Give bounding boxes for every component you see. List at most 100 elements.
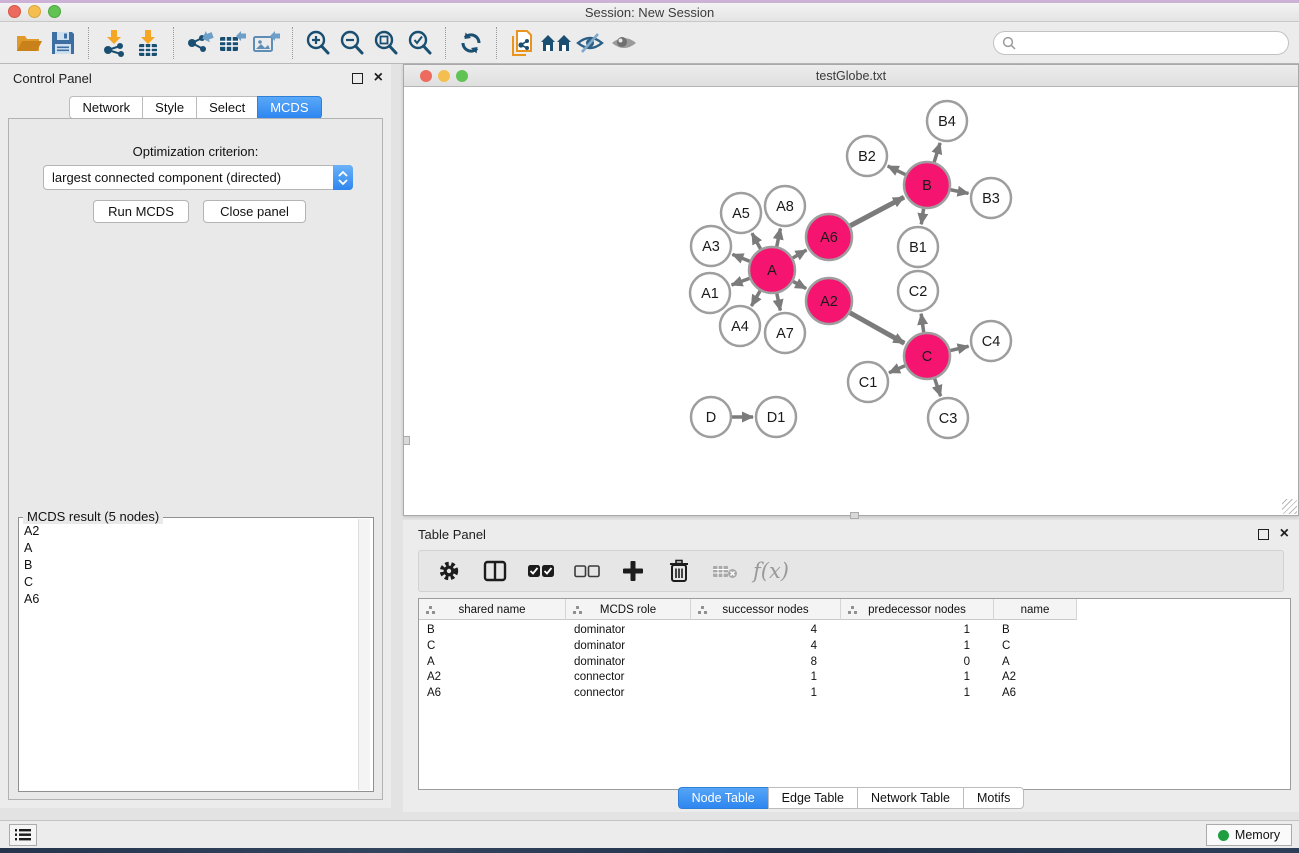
edge-A-A5[interactable] bbox=[752, 233, 761, 249]
table-row[interactable]: Cdominator41C bbox=[419, 639, 1077, 655]
run-mcds-button[interactable]: Run MCDS bbox=[93, 200, 189, 223]
export-table-button[interactable] bbox=[216, 26, 250, 60]
node-A[interactable]: A bbox=[749, 247, 795, 293]
float-panel-icon[interactable] bbox=[352, 73, 363, 84]
edge-A2-C[interactable] bbox=[850, 313, 904, 344]
node-A2[interactable]: A2 bbox=[806, 278, 852, 324]
task-history-button[interactable] bbox=[9, 824, 37, 846]
cell-shared-name[interactable]: B bbox=[419, 623, 566, 639]
cell-predecessor-nodes[interactable]: 1 bbox=[841, 639, 994, 655]
cell-predecessor-nodes[interactable]: 1 bbox=[841, 686, 994, 702]
search-field[interactable] bbox=[993, 31, 1289, 55]
mcds-result-item[interactable]: A bbox=[20, 539, 358, 556]
cell-successor-nodes[interactable]: 1 bbox=[691, 670, 841, 686]
close-table-panel-icon[interactable]: × bbox=[1280, 524, 1289, 544]
tab-network[interactable]: Network bbox=[69, 96, 142, 119]
edge-A-A8[interactable] bbox=[777, 229, 781, 247]
cell-shared-name[interactable]: A bbox=[419, 655, 566, 671]
cell-MCDS-role[interactable]: dominator bbox=[566, 639, 691, 655]
node-A5[interactable]: A5 bbox=[721, 193, 761, 233]
cell-name[interactable]: A bbox=[994, 655, 1077, 671]
tab-network-table[interactable]: Network Table bbox=[857, 787, 963, 809]
import-table-button[interactable] bbox=[131, 26, 165, 60]
close-panel-icon[interactable]: × bbox=[374, 68, 383, 88]
node-A6[interactable]: A6 bbox=[806, 214, 852, 260]
zoom-in-button[interactable] bbox=[301, 26, 335, 60]
save-session-button[interactable] bbox=[46, 26, 80, 60]
create-column-button[interactable] bbox=[619, 557, 647, 585]
edge-B-B1[interactable] bbox=[921, 209, 923, 224]
float-table-panel-icon[interactable] bbox=[1258, 529, 1269, 540]
home-button[interactable] bbox=[539, 26, 573, 60]
edge-A-A2[interactable] bbox=[793, 281, 806, 288]
column-header-successor-nodes[interactable]: successor nodes bbox=[691, 599, 841, 620]
cell-predecessor-nodes[interactable]: 1 bbox=[841, 623, 994, 639]
edge-A-A3[interactable] bbox=[732, 254, 749, 261]
cell-successor-nodes[interactable]: 1 bbox=[691, 686, 841, 702]
cell-MCDS-role[interactable]: connector bbox=[566, 686, 691, 702]
export-network-button[interactable] bbox=[182, 26, 216, 60]
node-A1[interactable]: A1 bbox=[690, 273, 730, 313]
edge-A-A6[interactable] bbox=[793, 250, 807, 258]
close-panel-button[interactable]: Close panel bbox=[203, 200, 306, 223]
node-D1[interactable]: D1 bbox=[756, 397, 796, 437]
zoom-fit-button[interactable] bbox=[369, 26, 403, 60]
node-B2[interactable]: B2 bbox=[847, 136, 887, 176]
clone-network-button[interactable] bbox=[505, 26, 539, 60]
edge-C-C3[interactable] bbox=[935, 379, 941, 396]
cell-predecessor-nodes[interactable]: 1 bbox=[841, 670, 994, 686]
mcds-result-item[interactable]: A6 bbox=[20, 590, 358, 607]
tab-node-table[interactable]: Node Table bbox=[678, 787, 768, 809]
edge-A-A4[interactable] bbox=[751, 291, 760, 306]
node-A7[interactable]: A7 bbox=[765, 313, 805, 353]
node-B4[interactable]: B4 bbox=[927, 101, 967, 141]
memory-button[interactable]: Memory bbox=[1206, 824, 1292, 846]
edge-B-B4[interactable] bbox=[934, 143, 940, 162]
table-row[interactable]: Bdominator41B bbox=[419, 623, 1077, 639]
tab-edge-table[interactable]: Edge Table bbox=[768, 787, 857, 809]
cell-name[interactable]: B bbox=[994, 623, 1077, 639]
cell-name[interactable]: A6 bbox=[994, 686, 1077, 702]
tab-mcds[interactable]: MCDS bbox=[257, 96, 321, 119]
node-D[interactable]: D bbox=[691, 397, 731, 437]
cell-successor-nodes[interactable]: 4 bbox=[691, 639, 841, 655]
window-bottom-handle[interactable] bbox=[850, 512, 859, 519]
table-row[interactable]: Adominator80A bbox=[419, 655, 1077, 671]
mcds-result-item[interactable]: C bbox=[20, 573, 358, 590]
tab-motifs[interactable]: Motifs bbox=[963, 787, 1024, 809]
edge-B-B3[interactable] bbox=[951, 190, 969, 194]
column-header-MCDS-role[interactable]: MCDS role bbox=[566, 599, 691, 620]
edge-C-C1[interactable] bbox=[889, 366, 905, 373]
deselect-all-rows-button[interactable] bbox=[573, 557, 601, 585]
edge-B-B2[interactable] bbox=[888, 166, 906, 175]
export-image-button[interactable] bbox=[250, 26, 284, 60]
node-A8[interactable]: A8 bbox=[765, 186, 805, 226]
cell-shared-name[interactable]: C bbox=[419, 639, 566, 655]
node-table[interactable]: shared nameMCDS rolesuccessor nodesprede… bbox=[418, 598, 1291, 790]
show-columns-button[interactable] bbox=[481, 557, 509, 585]
window-resize-grip[interactable] bbox=[1282, 499, 1297, 514]
network-canvas[interactable]: B4B2BB3A8A5A6A3B1AC2A1A2A4A7C4CC1C3DD1 bbox=[404, 87, 1298, 515]
column-header-shared-name[interactable]: shared name bbox=[419, 599, 566, 620]
cell-MCDS-role[interactable]: dominator bbox=[566, 655, 691, 671]
mcds-result-list[interactable]: A2ABCA6 bbox=[20, 522, 358, 790]
show-graphics-button[interactable] bbox=[607, 26, 641, 60]
node-A4[interactable]: A4 bbox=[720, 306, 760, 346]
cell-successor-nodes[interactable]: 4 bbox=[691, 623, 841, 639]
node-B[interactable]: B bbox=[904, 162, 950, 208]
node-C4[interactable]: C4 bbox=[971, 321, 1011, 361]
tab-select[interactable]: Select bbox=[196, 96, 257, 119]
edge-C-C2[interactable] bbox=[921, 314, 924, 332]
node-B3[interactable]: B3 bbox=[971, 178, 1011, 218]
cell-MCDS-role[interactable]: connector bbox=[566, 670, 691, 686]
node-C2[interactable]: C2 bbox=[898, 271, 938, 311]
tab-style[interactable]: Style bbox=[142, 96, 196, 119]
node-A3[interactable]: A3 bbox=[691, 226, 731, 266]
cell-shared-name[interactable]: A2 bbox=[419, 670, 566, 686]
cell-MCDS-role[interactable]: dominator bbox=[566, 623, 691, 639]
edge-A-A1[interactable] bbox=[732, 278, 750, 285]
cell-name[interactable]: C bbox=[994, 639, 1077, 655]
refresh-button[interactable] bbox=[454, 26, 488, 60]
network-window-titlebar[interactable]: testGlobe.txt bbox=[404, 65, 1298, 87]
node-C3[interactable]: C3 bbox=[928, 398, 968, 438]
